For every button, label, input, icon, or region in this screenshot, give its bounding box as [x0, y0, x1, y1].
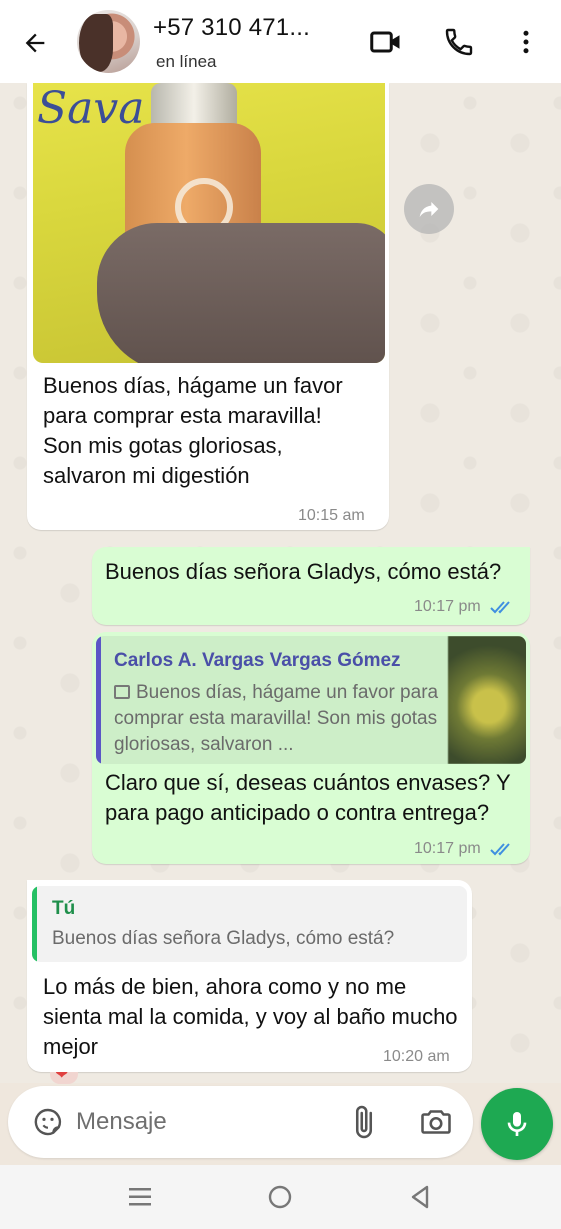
message-text: Claro que sí, deseas cuántos envases? Y …: [105, 770, 511, 825]
recents-icon: [129, 1188, 151, 1206]
image-icon: [114, 685, 130, 699]
avatar[interactable]: [77, 10, 140, 73]
photo-scribble: Sava: [37, 83, 145, 134]
quoted-thumbnail: [448, 636, 526, 764]
quoted-message[interactable]: Tú Buenos días señora Gladys, cómo está?: [32, 886, 467, 962]
message-time-status: 10:17 pm: [414, 598, 515, 616]
microphone-icon: [507, 1112, 527, 1136]
paperclip-icon: [355, 1105, 373, 1139]
message-composer: [8, 1086, 473, 1158]
quoted-text: Buenos días señora Gladys, cómo está?: [52, 928, 395, 949]
message-input[interactable]: [76, 1104, 336, 1140]
forward-button[interactable]: [404, 184, 454, 234]
message-time: 10:17 pm: [414, 598, 481, 615]
video-call-icon: [370, 31, 400, 53]
attach-button[interactable]: [346, 1104, 382, 1140]
back-triangle-icon: [411, 1185, 429, 1209]
message-text: Buenos días señora Gladys, cómo está?: [105, 559, 502, 584]
quoted-message[interactable]: Carlos A. Vargas Vargas Gómez Buenos día…: [96, 636, 526, 764]
back-button[interactable]: [18, 26, 52, 60]
more-options-button[interactable]: [508, 24, 544, 60]
recents-button[interactable]: [124, 1181, 156, 1213]
read-ticks-icon: [490, 843, 510, 856]
quoted-text: Buenos días, hágame un favor para compra…: [114, 682, 439, 755]
outgoing-message[interactable]: Buenos días señora Gladys, cómo está? 10…: [92, 547, 530, 625]
sticker-icon: [34, 1108, 62, 1136]
quoted-author: Carlos A. Vargas Vargas Gómez: [114, 650, 401, 671]
read-ticks-icon: [490, 601, 510, 614]
home-button[interactable]: [264, 1181, 296, 1213]
sticker-button[interactable]: [32, 1106, 64, 1138]
outgoing-reply-message[interactable]: Carlos A. Vargas Vargas Gómez Buenos día…: [92, 632, 530, 864]
message-time: 10:17 pm: [414, 840, 481, 857]
arrow-left-icon: [25, 33, 45, 53]
phone-icon: [445, 28, 473, 56]
camera-icon: [421, 1110, 451, 1134]
chat-header: +57 310 471... en línea: [0, 0, 561, 83]
message-time-status: 10:17 pm: [414, 840, 515, 858]
more-vertical-icon: [523, 30, 529, 54]
message-time: 10:15 am: [298, 507, 365, 524]
system-navigation-bar: [0, 1165, 561, 1229]
heart-icon: ❤: [55, 1072, 69, 1083]
forward-icon: [419, 202, 439, 218]
quoted-text-wrap: Buenos días, hágame un favor para compra…: [114, 680, 440, 758]
message-photo[interactable]: Sava: [33, 83, 385, 363]
video-call-button[interactable]: [368, 24, 404, 60]
voice-call-button[interactable]: [441, 24, 477, 60]
contact-name[interactable]: +57 310 471...: [153, 14, 310, 42]
contact-status: en línea: [156, 52, 217, 71]
message-time: 10:20 am: [383, 1048, 450, 1065]
voice-message-button[interactable]: [481, 1088, 553, 1160]
system-back-button[interactable]: [404, 1181, 436, 1213]
camera-button[interactable]: [418, 1104, 454, 1140]
incoming-reply-message[interactable]: Tú Buenos días señora Gladys, cómo está?…: [27, 880, 472, 1072]
incoming-image-message[interactable]: Sava Buenos días, hágame un favor para c…: [27, 83, 389, 530]
home-circle-icon: [268, 1185, 292, 1209]
quoted-author: Tú: [52, 898, 76, 919]
message-text: Buenos días, hágame un favor para compra…: [43, 373, 343, 488]
